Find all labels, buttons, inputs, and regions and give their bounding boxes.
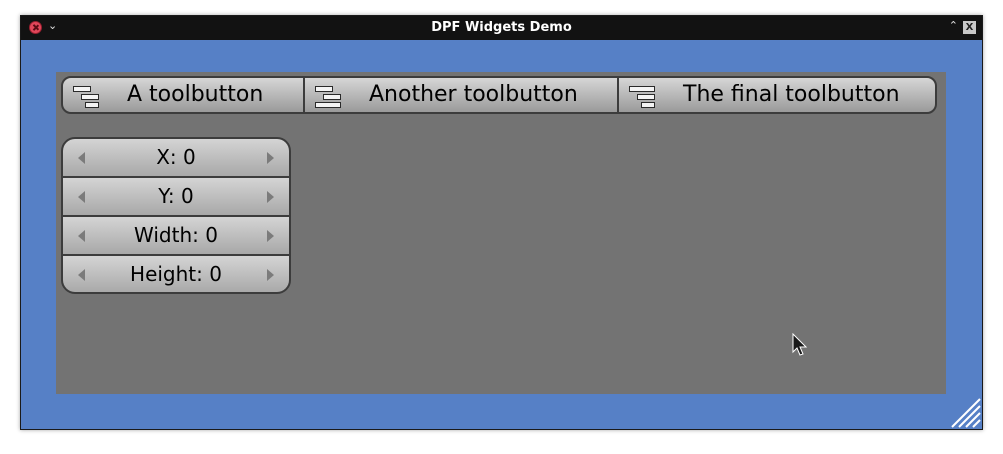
y-spinner[interactable]: Y: 0 [63,178,289,215]
increment-arrow-icon[interactable] [267,230,274,242]
spinner-value: Width: 0 [134,223,218,247]
width-spinner[interactable]: Width: 0 [63,217,289,254]
align-bars-icon [71,84,103,108]
maximize-up-icon[interactable]: ⌃ [949,19,958,32]
toolbar: A toolbutton Another toolbutton The fina… [61,76,937,114]
toolbutton-3[interactable]: The final toolbutton [617,78,935,112]
spinner-value: Y: 0 [158,184,194,208]
spinner-value: X: 0 [156,145,196,169]
align-bars-icon [627,84,659,108]
height-spinner[interactable]: Height: 0 [63,256,289,292]
increment-arrow-icon[interactable] [267,152,274,164]
toolbutton-label: A toolbutton [127,82,264,107]
align-bars-icon [313,84,345,108]
x-spinner[interactable]: X: 0 [63,139,289,176]
mouse-cursor-icon [792,333,808,356]
app-window: ⌄ DPF Widgets Demo ⌃ X A toolbutton Anot… [20,15,983,430]
increment-arrow-icon[interactable] [267,269,274,281]
spinner-group: X: 0 Y: 0 Width: 0 Height: 0 [61,137,291,294]
toolbutton-1[interactable]: A toolbutton [63,78,303,112]
x-logo-icon[interactable]: X [963,21,976,34]
title-bar[interactable]: ⌄ DPF Widgets Demo ⌃ X [21,16,982,40]
increment-arrow-icon[interactable] [267,191,274,203]
toolbutton-2[interactable]: Another toolbutton [303,78,617,112]
spinner-value: Height: 0 [130,262,222,286]
resize-grip-icon[interactable] [946,393,982,429]
window-title: DPF Widgets Demo [431,20,572,35]
toolbutton-label: The final toolbutton [683,82,900,107]
widget-canvas: A toolbutton Another toolbutton The fina… [56,72,946,394]
toolbutton-label: Another toolbutton [369,82,578,107]
